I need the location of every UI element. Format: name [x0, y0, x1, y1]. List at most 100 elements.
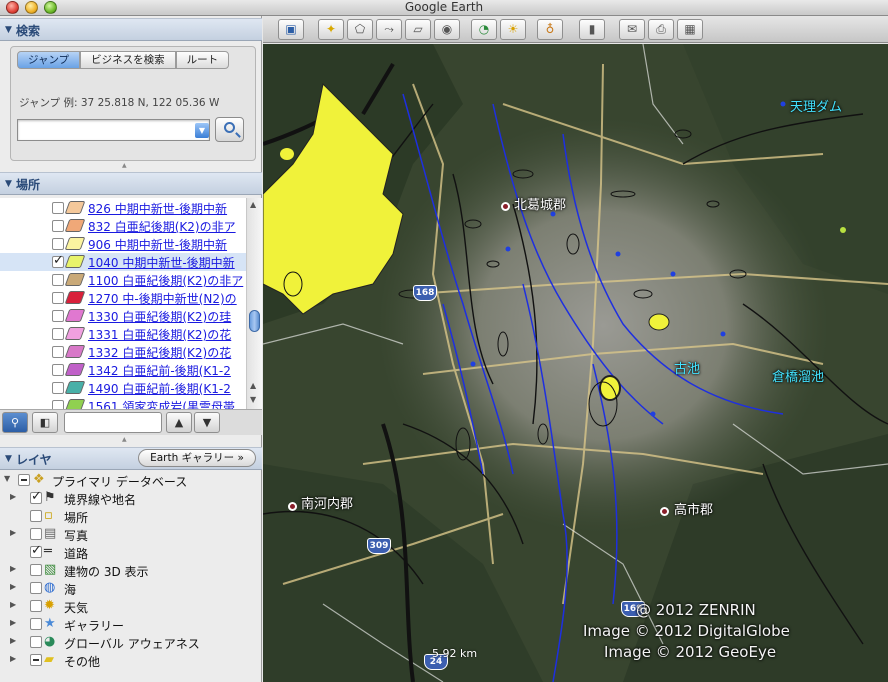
print-button[interactable]: ⎙	[648, 19, 674, 40]
list-item[interactable]: 1100 白亜紀後期(K2)の非ア	[0, 271, 246, 289]
layer-checkbox[interactable]	[30, 489, 42, 504]
list-item[interactable]: 1270 中-後期中新世(N2)の	[0, 289, 246, 307]
resize-grip-icon[interactable]: ▲	[122, 162, 128, 169]
sunlight-button[interactable]: ☀	[500, 19, 526, 40]
layer-checkbox[interactable]	[30, 564, 42, 576]
disclosure-closed-icon[interactable]: ▶	[10, 528, 16, 537]
map-label-takaichi[interactable]: 高市郡	[674, 499, 713, 518]
place-checkbox[interactable]	[52, 202, 64, 214]
place-label[interactable]: 826 中期中新世-後期中新	[88, 200, 227, 217]
list-item[interactable]: 826 中期中新世-後期中新	[0, 199, 246, 217]
scroll-up-icon[interactable]: ▲	[250, 200, 256, 209]
disclosure-open-icon[interactable]: ▼	[4, 474, 10, 483]
layer-item[interactable]: ▶ ⚑ 境界線や地名	[0, 489, 262, 507]
place-label[interactable]: 1040 中期中新世-後期中新	[88, 254, 235, 271]
scroll-down-icon[interactable]: ▼	[250, 395, 256, 404]
search-button[interactable]	[215, 117, 244, 142]
layer-item[interactable]: ▶ ▧ 建物の 3D 表示	[0, 561, 262, 579]
layer-item[interactable]: ▶ ▤ 写真	[0, 525, 262, 543]
place-checkbox[interactable]	[52, 328, 64, 340]
layer-checkbox[interactable]	[30, 654, 42, 666]
layer-item[interactable]: ▶ ◍ 海	[0, 579, 262, 597]
place-label[interactable]: 1490 白亜紀前-後期(K1-2	[88, 380, 231, 397]
layer-item[interactable]: ▼ ❖ プライマリ データベース	[0, 471, 262, 489]
list-item[interactable]: 1040 中期中新世-後期中新	[0, 253, 246, 271]
places-panel-header[interactable]: ▼ 場所	[0, 172, 262, 195]
earth-gallery-button[interactable]: Earth ギャラリー »	[138, 449, 256, 467]
split-view-button[interactable]: ◧	[32, 412, 58, 433]
places-search-button[interactable]: ⚲	[2, 412, 28, 433]
disclosure-closed-icon[interactable]: ▶	[10, 654, 16, 663]
layer-item[interactable]: ▶ ▰ その他	[0, 651, 262, 669]
place-marker-icon[interactable]	[501, 202, 510, 211]
place-checkbox[interactable]	[52, 292, 64, 304]
move-up-button[interactable]: ▲	[166, 412, 192, 433]
list-item[interactable]: 906 中期中新世-後期中新	[0, 235, 246, 253]
place-label[interactable]: 1342 白亜紀前-後期(K1-2	[88, 362, 231, 379]
history-dropdown-icon[interactable]: ▼	[195, 123, 209, 138]
place-label[interactable]: 1332 白亜紀後期(K2)の花	[88, 344, 231, 361]
add-image-overlay-button[interactable]: ▱	[405, 19, 431, 40]
place-label[interactable]: 832 白亜紀後期(K2)の非ア	[88, 218, 236, 235]
place-marker-icon[interactable]	[288, 502, 297, 511]
add-placemark-button[interactable]: ✦	[318, 19, 344, 40]
toggle-sidebar-button[interactable]: ▣	[278, 19, 304, 40]
place-checkbox[interactable]	[52, 274, 64, 286]
layer-checkbox[interactable]	[30, 618, 42, 630]
layer-checkbox[interactable]	[30, 600, 42, 612]
map-label-minamikawachi[interactable]: 南河内郡	[301, 493, 353, 512]
place-checkbox[interactable]	[52, 346, 64, 358]
map-view[interactable]: 北葛城郡 天理ダム 古池 倉橋溜池 南河内郡 高市郡 168 309 24 16…	[263, 44, 888, 682]
place-checkbox[interactable]	[52, 220, 64, 232]
scroll-thumb[interactable]	[249, 310, 260, 332]
search-panel-header[interactable]: ▼ 検索	[0, 18, 262, 41]
resize-grip-icon[interactable]: ▲	[122, 436, 128, 443]
map-label-furuike[interactable]: 古池	[674, 358, 700, 377]
layer-checkbox[interactable]	[30, 582, 42, 594]
place-checkbox[interactable]	[52, 364, 64, 376]
place-checkbox[interactable]	[52, 310, 64, 322]
tab-route[interactable]: ルート	[175, 51, 230, 69]
disclosure-closed-icon[interactable]: ▶	[10, 492, 16, 501]
place-label[interactable]: 1330 白亜紀後期(K2)の珪	[88, 308, 231, 325]
layer-item[interactable]: ▶ ✹ 天気	[0, 597, 262, 615]
place-checkbox[interactable]	[52, 238, 64, 250]
layer-checkbox[interactable]	[30, 543, 42, 558]
list-item[interactable]: 1331 白亜紀後期(K2)の花	[0, 325, 246, 343]
layer-item[interactable]: ▶ ◕ グローバル アウェアネス	[0, 633, 262, 651]
places-filter-input[interactable]	[64, 412, 162, 433]
record-tour-button[interactable]: ◉	[434, 19, 460, 40]
list-item[interactable]: 832 白亜紀後期(K2)の非ア	[0, 217, 246, 235]
list-item[interactable]: 1561 領家変成岩(黒雲母帯	[0, 397, 246, 409]
disclosure-closed-icon[interactable]: ▶	[10, 600, 16, 609]
add-polygon-button[interactable]: ⬠	[347, 19, 373, 40]
place-label[interactable]: 1270 中-後期中新世(N2)の	[88, 290, 237, 307]
place-label[interactable]: 1561 領家変成岩(黒雲母帯	[88, 398, 235, 409]
place-checkbox[interactable]	[52, 382, 64, 394]
historical-imagery-button[interactable]: ◔	[471, 19, 497, 40]
place-marker-icon[interactable]	[660, 507, 669, 516]
place-label[interactable]: 1331 白亜紀後期(K2)の花	[88, 326, 231, 343]
disclosure-closed-icon[interactable]: ▶	[10, 564, 16, 573]
move-down-button[interactable]: ▼	[194, 412, 220, 433]
disclosure-closed-icon[interactable]: ▶	[10, 618, 16, 627]
place-label[interactable]: 1100 白亜紀後期(K2)の非ア	[88, 272, 243, 289]
list-item[interactable]: 1490 白亜紀前-後期(K1-2	[0, 379, 246, 397]
disclosure-closed-icon[interactable]: ▶	[10, 636, 16, 645]
map-label-kurahashi[interactable]: 倉橋溜池	[772, 366, 824, 385]
jump-input[interactable]	[17, 119, 210, 141]
places-scrollbar[interactable]: ▲ ▲ ▼	[246, 198, 262, 409]
list-item[interactable]: 1342 白亜紀前-後期(K1-2	[0, 361, 246, 379]
tab-business-search[interactable]: ビジネスを検索	[80, 51, 176, 69]
map-label-tenri-dam[interactable]: 天理ダム	[790, 96, 842, 115]
layer-checkbox[interactable]	[30, 636, 42, 648]
layer-item[interactable]: ═ 道路	[0, 543, 262, 561]
switch-planet-button[interactable]: ♁	[537, 19, 563, 40]
scroll-up-icon[interactable]: ▲	[250, 381, 256, 390]
layer-item[interactable]: ▫ 場所	[0, 507, 262, 525]
layer-checkbox[interactable]	[30, 528, 42, 540]
layer-checkbox[interactable]	[30, 510, 42, 522]
place-checkbox[interactable]	[52, 253, 64, 268]
view-in-maps-button[interactable]: ▦	[677, 19, 703, 40]
list-item[interactable]: 1330 白亜紀後期(K2)の珪	[0, 307, 246, 325]
